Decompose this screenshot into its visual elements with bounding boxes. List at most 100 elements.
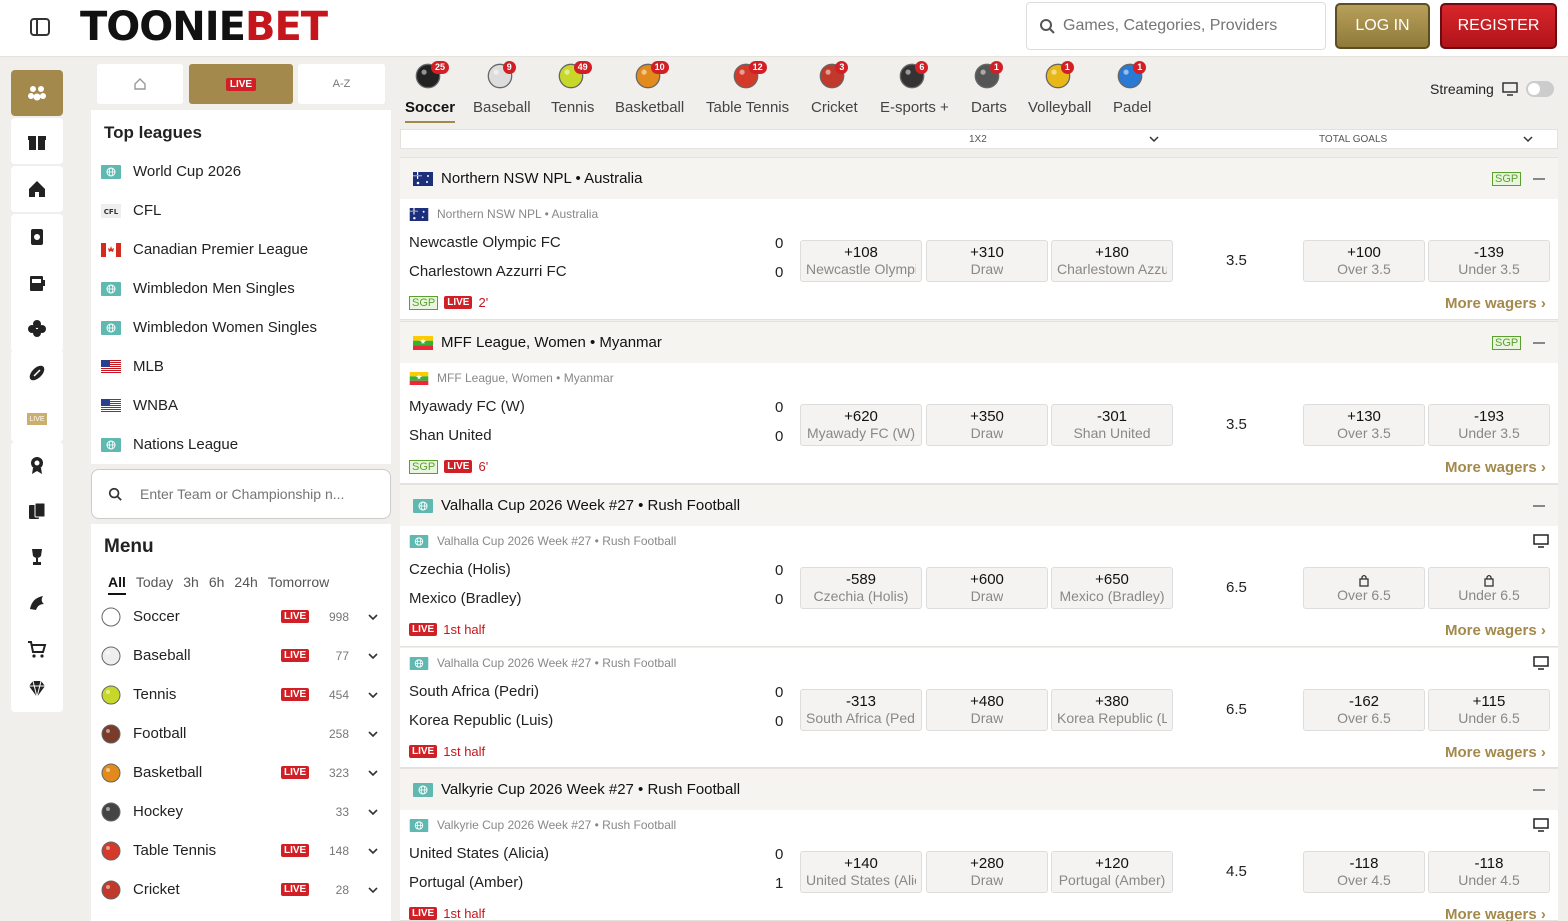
- time-filter-tomorrow[interactable]: Tomorrow: [268, 574, 329, 595]
- chevron-down-icon[interactable]: [367, 728, 379, 740]
- odds-button-total[interactable]: -139 Under 3.5: [1428, 240, 1550, 282]
- away-team[interactable]: Korea Republic (Luis): [409, 712, 553, 729]
- tab-e-sports[interactable]: 6 E-sports +: [880, 57, 949, 123]
- rail-casino[interactable]: [11, 214, 63, 260]
- time-filter-today[interactable]: Today: [136, 574, 173, 595]
- odds-button-total[interactable]: +100 Over 3.5: [1303, 240, 1425, 282]
- league-item[interactable]: CFL CFL: [91, 191, 391, 230]
- league-item[interactable]: Canadian Premier League: [91, 230, 391, 269]
- league-section-header[interactable]: MFF League, Women • Myanmar SGP: [400, 321, 1558, 363]
- league-item[interactable]: Nations League: [91, 425, 391, 464]
- search-input[interactable]: [1063, 17, 1303, 35]
- tab-tennis[interactable]: 49 Tennis: [551, 57, 594, 123]
- odds-button-1x2[interactable]: +120 Portugal (Amber): [1051, 851, 1173, 893]
- brand-logo[interactable]: TOONIEBET: [80, 4, 328, 50]
- league-item[interactable]: Wimbledon Men Singles: [91, 269, 391, 308]
- sport-menu-item[interactable]: Baseball LIVE 77: [91, 636, 391, 675]
- chevron-down-icon[interactable]: [367, 806, 379, 818]
- rail-football[interactable]: [11, 350, 63, 396]
- tv-icon[interactable]: [1533, 818, 1549, 832]
- sport-menu-item[interactable]: Tennis LIVE 454: [91, 675, 391, 714]
- league-section-header[interactable]: Valhalla Cup 2026 Week #27 • Rush Footba…: [400, 484, 1558, 526]
- tab-padel[interactable]: 1 Padel: [1113, 57, 1151, 123]
- collapse-icon[interactable]: [1533, 504, 1545, 507]
- odds-button-total[interactable]: Under 6.5: [1428, 567, 1550, 609]
- tab-az[interactable]: A-Z: [298, 64, 385, 104]
- chevron-down-icon[interactable]: [367, 767, 379, 779]
- tab-cricket[interactable]: 3 Cricket: [811, 57, 858, 123]
- odds-button-1x2[interactable]: +310 Draw: [926, 240, 1048, 282]
- chevron-down-icon[interactable]: [367, 845, 379, 857]
- away-team[interactable]: Portugal (Amber): [409, 874, 523, 891]
- league-item[interactable]: MLB: [91, 347, 391, 386]
- league-section-header[interactable]: Northern NSW NPL • Australia SGP: [400, 157, 1558, 199]
- odds-button-1x2[interactable]: +600 Draw: [926, 567, 1048, 609]
- odds-button-1x2[interactable]: +480 Draw: [926, 689, 1048, 731]
- odds-button-1x2[interactable]: +180Charlestown Azzurri FC: [1051, 240, 1173, 282]
- collapse-icon[interactable]: [1533, 177, 1545, 180]
- chevron-down-icon[interactable]: [367, 611, 379, 623]
- home-team[interactable]: Myawady FC (W): [409, 398, 525, 415]
- odds-button-1x2[interactable]: +108Newcastle Olympic FC: [800, 240, 922, 282]
- home-team[interactable]: South Africa (Pedri): [409, 683, 539, 700]
- sidebar-toggle-icon[interactable]: [28, 15, 52, 39]
- more-wagers-link[interactable]: More wagers ›: [1445, 906, 1546, 921]
- chevron-down-icon[interactable]: [1523, 134, 1533, 144]
- sport-menu-item[interactable]: Cricket LIVE 28: [91, 870, 391, 909]
- tv-icon[interactable]: [1533, 656, 1549, 670]
- odds-button-total[interactable]: -118 Under 4.5: [1428, 851, 1550, 893]
- rail-live-casino[interactable]: LIVE: [11, 396, 63, 442]
- sport-menu-item[interactable]: Soccer LIVE 998: [91, 597, 391, 636]
- league-item[interactable]: Wimbledon Women Singles: [91, 308, 391, 347]
- odds-button-1x2[interactable]: -301 Shan United: [1051, 404, 1173, 446]
- home-team[interactable]: United States (Alicia): [409, 845, 549, 862]
- chevron-down-icon[interactable]: [367, 884, 379, 896]
- home-team[interactable]: Newcastle Olympic FC: [409, 234, 561, 251]
- home-team[interactable]: Czechia (Holis): [409, 561, 511, 578]
- rail-rewards[interactable]: [11, 442, 63, 488]
- odds-button-total[interactable]: +130 Over 3.5: [1303, 404, 1425, 446]
- streaming-toggle[interactable]: [1525, 81, 1554, 97]
- rail-cards[interactable]: [11, 488, 63, 534]
- odds-button-1x2[interactable]: -589 Czechia (Holis): [800, 567, 922, 609]
- more-wagers-link[interactable]: More wagers ›: [1445, 622, 1546, 639]
- chevron-down-icon[interactable]: [1149, 134, 1159, 144]
- time-filter-24h[interactable]: 24h: [234, 574, 257, 595]
- more-wagers-link[interactable]: More wagers ›: [1445, 295, 1546, 312]
- sport-menu-item[interactable]: Hockey 33: [91, 792, 391, 831]
- collapse-icon[interactable]: [1533, 788, 1545, 791]
- odds-button-total[interactable]: +115 Under 6.5: [1428, 689, 1550, 731]
- time-filter-6h[interactable]: 6h: [209, 574, 225, 595]
- tab-basketball[interactable]: 10 Basketball: [615, 57, 684, 123]
- odds-button-1x2[interactable]: -313 South Africa (Pedri): [800, 689, 922, 731]
- rail-home[interactable]: [11, 166, 63, 212]
- odds-button-total[interactable]: -162 Over 6.5: [1303, 689, 1425, 731]
- league-section-header[interactable]: Valkyrie Cup 2026 Week #27 • Rush Footba…: [400, 768, 1558, 810]
- tab-soccer[interactable]: 25 Soccer: [405, 57, 456, 123]
- rail-sports[interactable]: [11, 70, 63, 116]
- rail-promotions[interactable]: [11, 118, 63, 164]
- rail-vip[interactable]: [11, 666, 63, 712]
- odds-button-1x2[interactable]: +280 Draw: [926, 851, 1048, 893]
- away-team[interactable]: Shan United: [409, 427, 492, 444]
- chevron-down-icon[interactable]: [367, 689, 379, 701]
- team-search[interactable]: [91, 469, 391, 519]
- register-button[interactable]: REGISTER: [1440, 3, 1557, 49]
- odds-button-total[interactable]: -193 Under 3.5: [1428, 404, 1550, 446]
- league-item[interactable]: World Cup 2026: [91, 152, 391, 191]
- away-team[interactable]: Charlestown Azzurri FC: [409, 263, 567, 280]
- tab-live[interactable]: LIVE: [189, 64, 293, 104]
- time-filter-all[interactable]: All: [108, 574, 126, 595]
- sport-menu-item[interactable]: Football 258: [91, 714, 391, 753]
- tv-icon[interactable]: [1533, 534, 1549, 548]
- odds-button-1x2[interactable]: +650 Mexico (Bradley): [1051, 567, 1173, 609]
- chevron-down-icon[interactable]: [367, 650, 379, 662]
- league-item[interactable]: WNBA: [91, 386, 391, 425]
- odds-button-1x2[interactable]: +380Korea Republic (Luis): [1051, 689, 1173, 731]
- global-search[interactable]: [1026, 2, 1326, 50]
- odds-button-total[interactable]: -118 Over 4.5: [1303, 851, 1425, 893]
- team-search-input[interactable]: [140, 486, 380, 502]
- market-total-goals-label[interactable]: TOTAL GOALS: [1319, 134, 1387, 145]
- tab-home[interactable]: [97, 64, 183, 104]
- rail-racing[interactable]: [11, 580, 63, 626]
